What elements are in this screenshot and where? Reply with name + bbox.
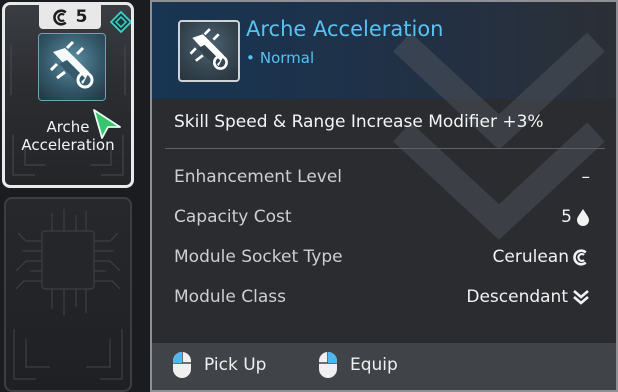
module-icon [38,33,106,101]
empty-module-slot[interactable] [4,197,132,392]
card-cost: 5 [75,7,88,27]
socket-value: Cerulean [492,247,569,267]
cursor-arrow-icon [93,109,121,139]
capacity-cost-tab: 5 [39,5,101,29]
pick-up-action[interactable]: Pick Up [172,351,266,379]
stat-label: Module Socket Type [174,247,343,267]
module-effect: Skill Speed & Range Increase Modifier +3… [174,112,544,132]
class-value: Descendant [466,287,568,307]
tooltip-module-icon [178,20,240,82]
stat-label: Enhancement Level [174,167,343,187]
mouse-left-click-icon [173,352,191,378]
arche-acceleration-icon [189,28,228,70]
droplet-icon [577,209,589,226]
mouse-right-click-icon [319,352,337,378]
stat-enhancement-level: Enhancement Level – [174,167,590,191]
stat-value: Descendant [466,287,590,307]
descendant-class-icon [573,290,589,305]
stat-label: Capacity Cost [174,207,292,227]
circuit-pattern [13,209,123,380]
equipped-gem-icon [110,11,131,33]
tooltip-title: Arche Acceleration [246,17,444,41]
tooltip-header: Arche Acceleration • Normal [152,2,616,240]
arche-acceleration-icon [49,40,94,89]
rarity-label: • Normal [246,49,314,67]
stat-value: Cerulean [493,247,590,267]
stat-capacity-cost: Capacity Cost 5 [174,207,590,231]
equip-action[interactable]: Equip [318,351,398,379]
module-tooltip: Arche Acceleration • Normal Skill Speed &… [150,0,618,392]
action-bar: Pick Up Equip [152,343,616,390]
cerulean-socket-icon [573,248,587,266]
pick-up-label: Pick Up [204,355,267,375]
rarity-text: Normal [259,49,315,67]
rarity-dot: • [246,49,255,67]
stat-value: 5 [561,207,590,227]
enhancement-value: – [581,167,591,187]
stat-module-class: Module Class Descendant [174,287,590,311]
module-card-selected[interactable]: 5 Arche Acceleration [2,2,134,188]
stat-value: – [582,167,591,187]
divider [165,148,605,149]
stat-label: Module Class [174,287,286,307]
capacity-value: 5 [561,207,572,227]
equip-label: Equip [350,355,398,375]
cerulean-socket-icon [52,8,67,26]
stat-socket-type: Module Socket Type Cerulean [174,247,590,271]
